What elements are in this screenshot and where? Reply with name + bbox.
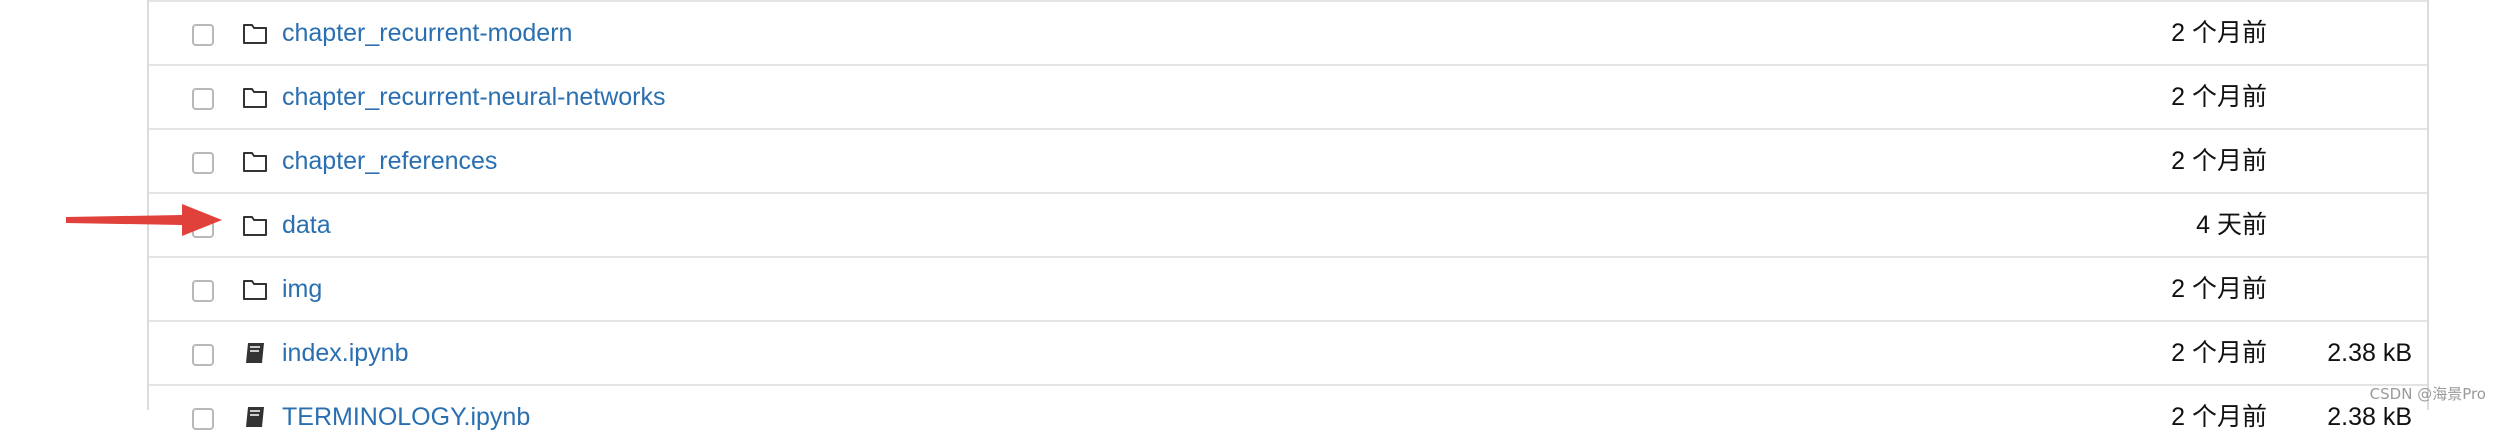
row-checkbox[interactable] bbox=[192, 216, 214, 238]
row-checkbox[interactable] bbox=[192, 152, 214, 174]
modified-time: 4 天前 bbox=[2196, 208, 2267, 242]
file-size: 2.38 kB bbox=[2327, 400, 2412, 434]
file-name-link[interactable]: img bbox=[282, 272, 322, 306]
watermark: CSDN @海景Pro bbox=[2370, 383, 2486, 404]
file-name-link[interactable]: chapter_recurrent-neural-networks bbox=[282, 80, 666, 114]
modified-time: 2 个月前 bbox=[2171, 400, 2267, 434]
list-item[interactable]: chapter_references 2 个月前 bbox=[149, 128, 2427, 192]
file-name-link[interactable]: data bbox=[282, 208, 331, 242]
row-checkbox[interactable] bbox=[192, 408, 214, 430]
file-name-link[interactable]: index.ipynb bbox=[282, 336, 408, 370]
file-name-link[interactable]: chapter_recurrent-modern bbox=[282, 16, 572, 50]
list-item[interactable]: data 4 天前 bbox=[149, 192, 2427, 256]
list-item[interactable]: chapter_recurrent-modern 2 个月前 bbox=[149, 0, 2427, 64]
modified-time: 2 个月前 bbox=[2171, 336, 2267, 370]
row-checkbox[interactable] bbox=[192, 88, 214, 110]
notebook-icon bbox=[242, 341, 268, 365]
list-item[interactable]: TERMINOLOGY.ipynb 2 个月前 2.38 kB bbox=[149, 384, 2427, 448]
modified-time: 2 个月前 bbox=[2171, 272, 2267, 306]
folder-icon bbox=[242, 213, 268, 237]
folder-icon bbox=[242, 277, 268, 301]
file-size: 2.38 kB bbox=[2327, 336, 2412, 370]
folder-icon bbox=[242, 85, 268, 109]
file-name-link[interactable]: chapter_references bbox=[282, 144, 497, 178]
row-checkbox[interactable] bbox=[192, 280, 214, 302]
notebook-icon bbox=[242, 405, 268, 429]
file-list: chapter_recurrent-modern 2 个月前 chapter_r… bbox=[147, 0, 2429, 410]
list-item[interactable]: chapter_recurrent-neural-networks 2 个月前 bbox=[149, 64, 2427, 128]
list-item[interactable]: index.ipynb 2 个月前 2.38 kB bbox=[149, 320, 2427, 384]
row-checkbox[interactable] bbox=[192, 24, 214, 46]
folder-icon bbox=[242, 149, 268, 173]
folder-icon bbox=[242, 21, 268, 45]
modified-time: 2 个月前 bbox=[2171, 16, 2267, 50]
list-item[interactable]: img 2 个月前 bbox=[149, 256, 2427, 320]
row-checkbox[interactable] bbox=[192, 344, 214, 366]
modified-time: 2 个月前 bbox=[2171, 144, 2267, 178]
file-name-link[interactable]: TERMINOLOGY.ipynb bbox=[282, 400, 530, 434]
modified-time: 2 个月前 bbox=[2171, 80, 2267, 114]
